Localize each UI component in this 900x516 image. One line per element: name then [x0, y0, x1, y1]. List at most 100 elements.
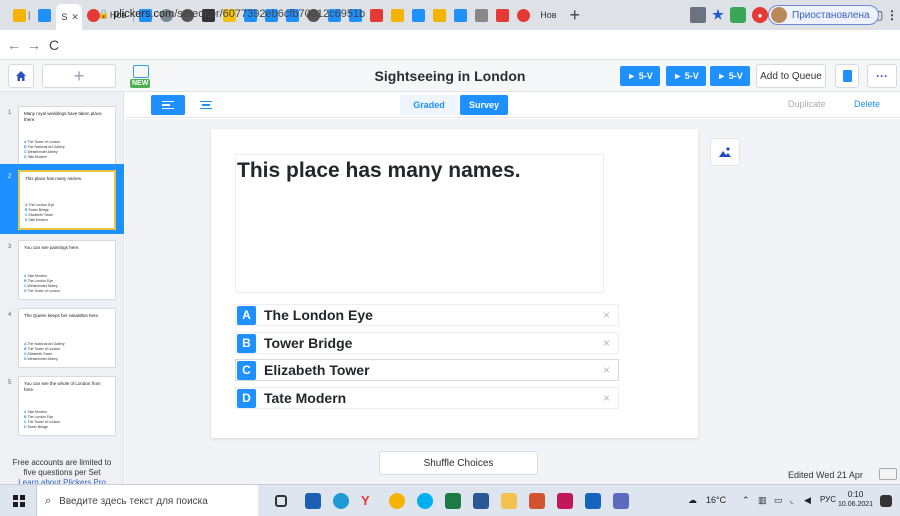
choice-b[interactable]: B Tower Bridge ×: [235, 332, 619, 354]
slide-thumbnail: This place has many names. A The London …: [18, 170, 116, 230]
choice-letter: B: [237, 333, 256, 353]
browser-tab[interactable]: [367, 4, 386, 26]
choice-text[interactable]: Tate Modern: [264, 390, 346, 406]
skype-icon[interactable]: [417, 493, 433, 509]
align-center-icon: [200, 99, 212, 112]
app-header: + NEW Sightseeing in London ► 5-V ► 5-V …: [0, 60, 900, 92]
more-button[interactable]: ···: [867, 64, 897, 88]
powerpoint-icon[interactable]: [529, 493, 545, 509]
chrome-icon[interactable]: [389, 493, 405, 509]
browser-tab[interactable]: Нов: [535, 4, 561, 26]
close-icon[interactable]: ✕: [71, 12, 79, 23]
forward-icon[interactable]: →: [24, 37, 44, 53]
keyboard-shortcuts-icon[interactable]: [879, 468, 897, 480]
choice-letter: A: [237, 305, 256, 325]
browser-tab[interactable]: [388, 4, 407, 26]
tab-favicon-icon: [433, 8, 447, 22]
delete-button[interactable]: Delete: [854, 99, 880, 109]
home-button[interactable]: [8, 64, 34, 88]
volume-icon[interactable]: ◀: [804, 495, 811, 506]
align-center-button[interactable]: [189, 95, 223, 115]
notifications-icon[interactable]: [880, 495, 892, 507]
tab-survey[interactable]: Survey: [460, 95, 508, 115]
shuffle-choices-button[interactable]: Shuffle Choices: [379, 451, 538, 475]
windows-taskbar: ⌕ Введите здесь текст для поиска Y ☁ 16°…: [0, 484, 900, 516]
slide-item-3[interactable]: 3 You can see paintings here. A Tate Mod…: [0, 234, 124, 302]
task-view-icon[interactable]: [275, 495, 287, 507]
tab-favicon-icon: [13, 8, 26, 22]
battery-icon[interactable]: ▭: [774, 495, 783, 506]
yandex-icon[interactable]: Y: [361, 493, 377, 509]
play-section-button-2[interactable]: ► 5-V: [666, 66, 706, 86]
slide-item-5[interactable]: 5 You can see the whole of London from h…: [0, 370, 124, 438]
adblock-icon[interactable]: ●: [752, 7, 768, 23]
tab-graded[interactable]: Graded: [400, 95, 458, 115]
word-icon[interactable]: [473, 493, 489, 509]
remove-choice-icon[interactable]: ×: [603, 391, 610, 405]
app-icon[interactable]: [557, 493, 573, 509]
align-left-button[interactable]: [151, 95, 185, 115]
choice-c[interactable]: C Elizabeth Tower ×: [235, 359, 619, 381]
weather-icon[interactable]: ☁: [688, 495, 697, 506]
clock[interactable]: 0:10 10.06.2021: [838, 490, 873, 510]
choice-text[interactable]: Elizabeth Tower: [264, 362, 370, 378]
reload-icon[interactable]: C: [44, 37, 64, 53]
choice-letter: D: [237, 388, 256, 408]
slide-item-2[interactable]: 2 This place has many names. A The Londo…: [0, 164, 124, 234]
duplicate-button[interactable]: Duplicate: [788, 99, 826, 109]
close-icon[interactable]: |: [28, 10, 30, 20]
translate-icon[interactable]: [690, 7, 706, 23]
mail-app-icon[interactable]: [305, 493, 321, 509]
avatar: [771, 7, 787, 23]
document-button[interactable]: [835, 64, 859, 88]
star-icon[interactable]: ★: [710, 7, 726, 23]
new-tab-button[interactable]: +: [570, 5, 581, 26]
play-section-button-3[interactable]: ► 5-V: [710, 66, 750, 86]
slide-item-1[interactable]: 1 Many royal weddings have taken place t…: [0, 100, 124, 168]
play-section-button-1[interactable]: ► 5-V: [620, 66, 660, 86]
browser-tab[interactable]: [409, 4, 428, 26]
remove-choice-icon[interactable]: ×: [603, 308, 610, 322]
excel-icon[interactable]: [445, 493, 461, 509]
browser-tab-active[interactable]: S ✕: [56, 4, 82, 30]
question-text[interactable]: This place has many names.: [237, 159, 521, 183]
import-icon: [133, 65, 149, 78]
browser-tab[interactable]: [451, 4, 470, 26]
url-field[interactable]: 🔒 plickers.com/seteditor/6077392eb6cfb700…: [98, 8, 365, 20]
add-question-button[interactable]: +: [42, 64, 116, 88]
add-to-queue-button[interactable]: Add to Queue: [756, 64, 826, 88]
taskbar-search[interactable]: ⌕ Введите здесь текст для поиска: [36, 485, 258, 516]
remove-choice-icon[interactable]: ×: [603, 363, 610, 377]
browser-tab[interactable]: [472, 4, 491, 26]
app-icon[interactable]: [613, 493, 629, 509]
photos-icon[interactable]: [585, 493, 601, 509]
shield-icon[interactable]: [730, 7, 746, 23]
windows-start-icon[interactable]: [13, 495, 25, 507]
choice-d[interactable]: D Tate Modern ×: [235, 387, 619, 409]
tab-favicon-icon: [454, 8, 468, 22]
language-indicator[interactable]: РУС: [820, 495, 836, 504]
profile-button[interactable]: Приостановлена: [768, 5, 879, 25]
choice-text[interactable]: Tower Bridge: [264, 335, 352, 351]
tab-favicon-icon: [496, 8, 510, 22]
wifi-icon[interactable]: ◟: [790, 495, 794, 506]
browser-tab[interactable]: |: [10, 4, 33, 26]
remove-choice-icon[interactable]: ×: [603, 336, 610, 350]
choice-a[interactable]: A The London Eye ×: [235, 304, 619, 326]
browser-tab[interactable]: [514, 4, 533, 26]
chevron-up-icon[interactable]: ⌃: [742, 495, 750, 506]
network-icon[interactable]: ▥: [758, 495, 767, 506]
browser-tab[interactable]: [430, 4, 449, 26]
folder-icon[interactable]: [501, 493, 517, 509]
browser-more-icon[interactable]: ⋮: [884, 7, 900, 23]
back-icon[interactable]: ←: [4, 37, 24, 53]
slide-thumbnail: The Queen keeps her valuables here. A Th…: [18, 308, 116, 368]
browser-tab[interactable]: [35, 4, 54, 26]
choice-text[interactable]: The London Eye: [264, 307, 373, 323]
add-image-button[interactable]: [710, 138, 740, 166]
slide-item-4[interactable]: 4 The Queen keeps her valuables here. A …: [0, 302, 124, 370]
edge-icon[interactable]: [333, 493, 349, 509]
choice-letter: C: [237, 360, 256, 380]
browser-tab[interactable]: [493, 4, 512, 26]
import-new-button[interactable]: NEW: [130, 65, 152, 89]
